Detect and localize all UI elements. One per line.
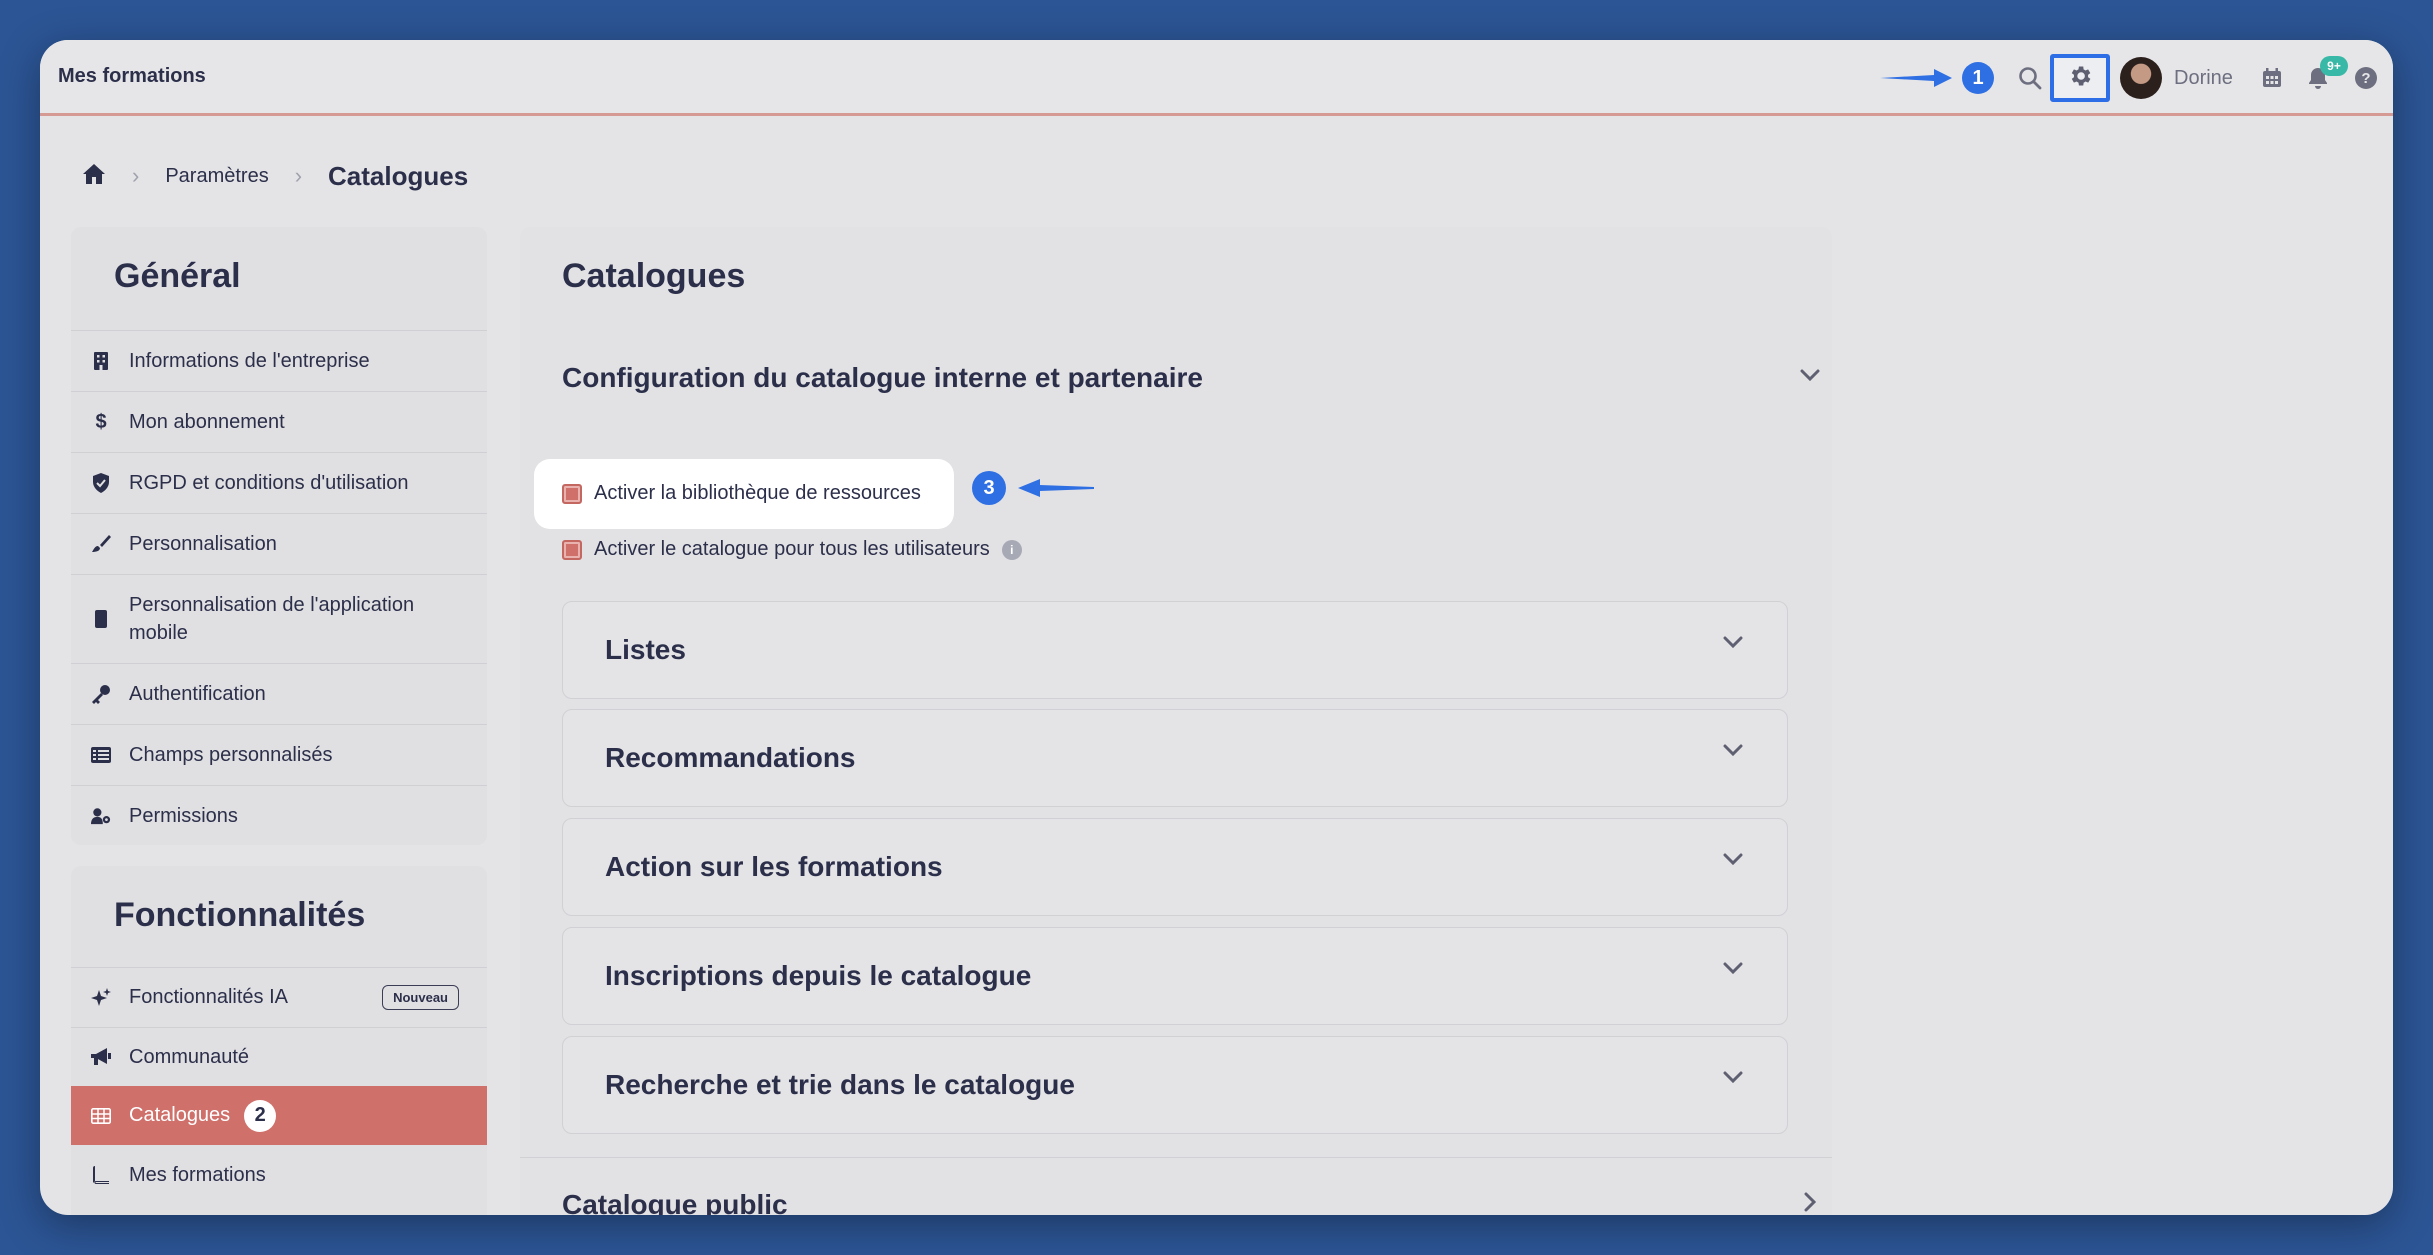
app-title[interactable]: Mes formations	[58, 65, 206, 88]
sidebar-item-label: Mon abonnement	[129, 410, 285, 433]
sidebar-item-my-trainings[interactable]: Mes formations	[71, 1145, 487, 1205]
sidebar-features-list: Fonctionnalités IA Nouveau Communauté Ca…	[71, 967, 487, 1205]
sidebar-item-ai-features[interactable]: Fonctionnalités IA Nouveau	[71, 967, 487, 1027]
sidebar-item-label: Champs personnalisés	[129, 743, 333, 766]
home-icon[interactable]	[82, 163, 106, 190]
brush-icon	[91, 534, 111, 554]
sidebar-item-custom-fields[interactable]: Champs personnalisés	[71, 724, 487, 785]
chevron-right-icon: ›	[294, 163, 303, 188]
sidebar-item-company-info[interactable]: Informations de l'entreprise	[71, 330, 487, 391]
user-name[interactable]: Dorine	[2174, 67, 2233, 90]
accordion-title: Listes	[605, 634, 686, 665]
chevron-down-icon	[1721, 738, 1745, 762]
sidebar-item-subscription[interactable]: $ Mon abonnement	[71, 391, 487, 452]
sidebar-item-label: Informations de l'entreprise	[129, 349, 370, 372]
accordion-title: Inscriptions depuis le catalogue	[605, 960, 1032, 991]
sidebar-item-gdpr[interactable]: RGPD et conditions d'utilisation	[71, 452, 487, 513]
accordion-lists[interactable]: Listes	[562, 601, 1788, 699]
chevron-down-icon	[1721, 847, 1745, 871]
sidebar-item-community[interactable]: Communauté	[71, 1027, 487, 1086]
chevron-down-icon	[1721, 956, 1745, 980]
sidebar-item-label: Permissions	[129, 804, 238, 827]
sidebar-item-label: Personnalisation de l'application mobile	[129, 594, 415, 644]
search-icon[interactable]	[2012, 40, 2048, 116]
accordion-catalog-registrations[interactable]: Inscriptions depuis le catalogue	[562, 927, 1788, 1025]
sidebar-item-mobile-customization[interactable]: Personnalisation de l'application mobile	[71, 574, 487, 663]
building-icon	[91, 351, 111, 371]
checkbox-all-users[interactable]	[562, 539, 582, 560]
checkbox-resources-row[interactable]: Activer la bibliothèque de ressources	[562, 482, 921, 505]
public-catalog-title[interactable]: Catalogue public	[562, 1189, 788, 1215]
step-badge-1: 1	[1962, 62, 1994, 94]
help-icon[interactable]: ?	[2350, 40, 2382, 116]
sidebar-item-label: Fonctionnalités IA	[129, 986, 288, 1008]
megaphone-icon	[91, 1047, 111, 1067]
new-badge: Nouveau	[382, 985, 459, 1010]
sidebar-item-customization[interactable]: Personnalisation	[71, 513, 487, 574]
chevron-down-icon[interactable]	[1798, 363, 1822, 387]
annotation-arrow-icon	[1016, 476, 1096, 505]
avatar[interactable]	[2120, 40, 2162, 116]
notification-badge: 9+	[2320, 56, 2348, 76]
chevron-down-icon	[1721, 630, 1745, 654]
user-gear-icon	[91, 806, 111, 826]
step-badge-2: 2	[244, 1099, 277, 1132]
grid-icon	[91, 1106, 111, 1126]
bell-icon[interactable]: 9+	[2302, 40, 2348, 116]
step-badge-3: 3	[972, 471, 1006, 505]
sidebar-features-panel: Fonctionnalités Fonctionnalités IA Nouve…	[71, 866, 487, 1215]
checkbox-resources-label: Activer la bibliothèque de ressources	[594, 482, 921, 504]
key-icon	[91, 684, 111, 704]
sparkles-icon	[91, 987, 111, 1008]
checkbox-resources[interactable]	[562, 483, 582, 504]
accordion-recommendations[interactable]: Recommandations	[562, 709, 1788, 807]
chevron-right-icon[interactable]	[1798, 1190, 1822, 1214]
chevron-down-icon	[1721, 1065, 1745, 1089]
accordion-training-actions[interactable]: Action sur les formations	[562, 818, 1788, 916]
accordion-title: Action sur les formations	[605, 851, 943, 882]
breadcrumb-current: Catalogues	[328, 160, 469, 191]
sidebar-features-title: Fonctionnalités	[114, 896, 366, 934]
sidebar-item-authentication[interactable]: Authentification	[71, 663, 487, 724]
settings-button[interactable]	[2050, 40, 2110, 116]
checkbox-all-users-label: Activer le catalogue pour tous les utili…	[594, 538, 990, 560]
breadcrumb: › Paramètres › Catalogues	[82, 156, 468, 196]
checkbox-all-users-row[interactable]: Activer le catalogue pour tous les utili…	[562, 538, 1022, 561]
accordion-title: Recherche et trie dans le catalogue	[605, 1069, 1075, 1100]
accordion-search-sort[interactable]: Recherche et trie dans le catalogue	[562, 1036, 1788, 1134]
mobile-icon	[91, 609, 111, 629]
sidebar-item-catalogues[interactable]: Catalogues 2	[71, 1086, 487, 1145]
dollar-icon: $	[95, 410, 107, 433]
shield-check-icon	[91, 473, 111, 493]
annotation-arrow-icon	[1878, 40, 1954, 116]
config-section-title[interactable]: Configuration du catalogue interne et pa…	[562, 362, 1203, 394]
sidebar-item-label: RGPD et conditions d'utilisation	[129, 471, 409, 494]
sidebar-item-label: Communauté	[129, 1045, 250, 1068]
top-bar: Mes formations 1 Dorine 9+ ?	[40, 40, 2393, 116]
sidebar-item-label: Personnalisation	[129, 532, 277, 555]
page-title: Catalogues	[562, 257, 746, 295]
sidebar-item-label: Authentification	[129, 682, 266, 705]
calendar-icon[interactable]	[2256, 40, 2288, 116]
accordion-title: Recommandations	[605, 742, 856, 773]
sidebar-general-panel: Général Informations de l'entreprise $ M…	[71, 227, 487, 845]
sidebar-general-title: Général	[114, 257, 241, 295]
sidebar-general-list: Informations de l'entreprise $ Mon abonn…	[71, 330, 487, 846]
section-divider	[520, 1157, 1832, 1158]
info-icon[interactable]: i	[1001, 539, 1022, 560]
app-window: Mes formations 1 Dorine 9+ ? › Paramètre…	[40, 40, 2393, 1215]
svg-text:?: ?	[2361, 70, 2370, 87]
sidebar-item-label: Catalogues	[129, 1104, 231, 1126]
breadcrumb-parameters[interactable]: Paramètres	[165, 165, 268, 188]
gear-icon	[2067, 63, 2093, 94]
sidebar-item-label: Mes formations	[129, 1163, 266, 1186]
table-list-icon	[91, 745, 111, 765]
chevron-right-icon: ›	[132, 163, 140, 188]
book-icon	[91, 1165, 111, 1185]
main-panel: Catalogues Configuration du catalogue in…	[520, 227, 1832, 1215]
sidebar-item-permissions[interactable]: Permissions	[71, 785, 487, 846]
